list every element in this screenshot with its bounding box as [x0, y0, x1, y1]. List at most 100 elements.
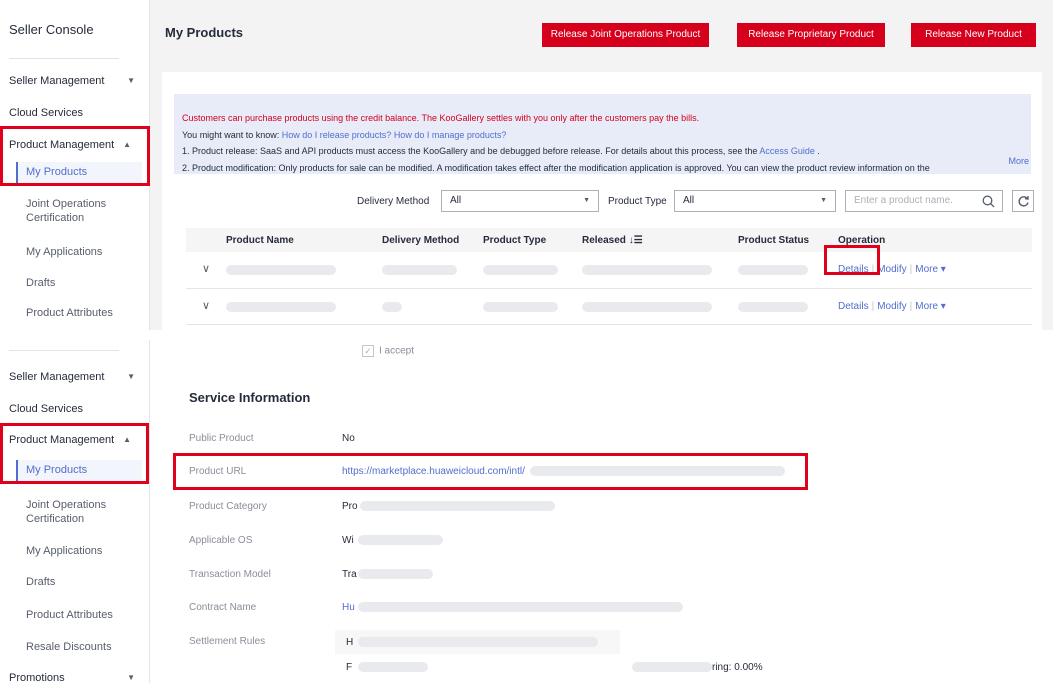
- search-placeholder: Enter a product name.: [854, 195, 953, 206]
- modify-link[interactable]: Modify: [877, 301, 906, 312]
- separator: |: [909, 301, 913, 312]
- divider: [9, 58, 119, 59]
- settlement-rate: ring: 0.00%: [712, 662, 763, 673]
- column-header-released[interactable]: Released ↓☰: [582, 235, 643, 246]
- search-icon[interactable]: [982, 195, 995, 208]
- sidebar-item-drafts[interactable]: Drafts: [26, 575, 143, 589]
- notice-line: 2. Product modification: Only products f…: [182, 162, 930, 173]
- manage-products-link[interactable]: How do I manage products?: [394, 130, 507, 140]
- redacted-transaction-model: [358, 569, 433, 579]
- delivery-method-label: Delivery Method: [357, 196, 430, 207]
- notice-text: You might want to know:: [182, 129, 282, 140]
- applicable-os-value: Wi: [342, 535, 354, 546]
- row-divider: [186, 324, 1032, 325]
- sidebar-item-cloud-services[interactable]: Cloud Services: [9, 106, 143, 120]
- notice-banner: Customers can purchase products using th…: [174, 94, 1031, 174]
- redacted-product-status: [738, 302, 808, 312]
- chevron-down-icon: ▼: [127, 673, 135, 682]
- chevron-down-icon: ▼: [820, 197, 827, 204]
- access-guide-link[interactable]: Access Guide: [759, 146, 815, 156]
- operation-cell: Details | Modify | More ▾: [838, 301, 946, 312]
- sidebar-item-label: Certification: [26, 212, 85, 224]
- details-link[interactable]: Details: [838, 301, 869, 312]
- product-type-select[interactable]: All ▼: [674, 190, 836, 212]
- notice-text: .: [814, 146, 820, 156]
- redacted-released-date: [582, 265, 712, 275]
- redacted-product-category: [360, 501, 555, 511]
- sidebar-item-my-applications[interactable]: My Applications: [26, 544, 143, 558]
- release-new-product-button[interactable]: Release New Product: [911, 23, 1036, 47]
- redacted-delivery-method: [382, 302, 402, 312]
- chevron-down-icon: ▼: [127, 76, 135, 85]
- redacted-released-date: [582, 302, 712, 312]
- release-joint-operations-button[interactable]: Release Joint Operations Product: [542, 23, 709, 47]
- redacted-product-type: [483, 265, 558, 275]
- contract-name-link[interactable]: Hu: [342, 602, 355, 613]
- more-link[interactable]: More: [1008, 153, 1029, 170]
- settlement-line: H: [346, 637, 354, 648]
- checkbox[interactable]: ✓: [362, 345, 374, 357]
- sidebar-item-promotions[interactable]: Promotions ▼: [9, 671, 143, 683]
- divider: [9, 350, 119, 351]
- select-value: All: [450, 195, 462, 206]
- console-title: Seller Console: [9, 22, 94, 37]
- delivery-method-select[interactable]: All ▼: [441, 190, 599, 212]
- separator: |: [871, 301, 875, 312]
- separator: |: [909, 264, 913, 275]
- release-proprietary-button[interactable]: Release Proprietary Product: [737, 23, 885, 47]
- sidebar-item-label: Promotions: [9, 672, 65, 683]
- row-divider: [186, 288, 1032, 289]
- chevron-down-icon: ▼: [583, 197, 590, 204]
- sidebar-item-cloud-services[interactable]: Cloud Services: [9, 402, 143, 416]
- redacted-product-type: [483, 302, 558, 312]
- page-header: My Products Release Joint Operations Pro…: [150, 0, 1053, 62]
- sidebar-item-label: Seller Management: [9, 75, 105, 87]
- sidebar-item-product-attributes[interactable]: Product Attributes: [26, 608, 143, 622]
- notice-line: You might want to know: How do I release…: [182, 127, 1031, 144]
- sidebar-item-label: Joint Operations: [26, 499, 107, 511]
- redacted-settlement-line: [358, 662, 428, 672]
- expand-icon[interactable]: ∨: [202, 299, 210, 312]
- sidebar-item-label: Seller Management: [9, 371, 105, 383]
- column-header-product-status: Product Status: [738, 235, 810, 246]
- notice-text: 1. Product release: SaaS and API product…: [182, 146, 760, 156]
- redacted-product-name: [226, 265, 336, 275]
- accept-checkbox[interactable]: ✓ I accept: [362, 345, 414, 357]
- more-dropdown[interactable]: More ▾: [915, 264, 946, 275]
- redacted-settlement-line: [632, 662, 712, 672]
- column-header-product-name: Product Name: [226, 235, 294, 246]
- product-category-label: Product Category: [189, 501, 267, 512]
- highlight-box: [0, 423, 149, 484]
- accept-label: I accept: [379, 345, 415, 357]
- products-card: Customers can purchase products using th…: [162, 72, 1042, 330]
- column-header-delivery-method: Delivery Method: [382, 235, 460, 246]
- sidebar-item-label: Joint Operations: [26, 198, 107, 210]
- settlement-rules-label: Settlement Rules: [189, 636, 266, 647]
- page-title: My Products: [165, 25, 244, 40]
- highlight-box: [824, 245, 880, 275]
- sidebar-item-my-applications[interactable]: My Applications: [26, 245, 143, 259]
- contract-name-label: Contract Name: [189, 602, 257, 613]
- sidebar-item-seller-management[interactable]: Seller Management ▼: [9, 370, 143, 384]
- notice-line: Customers can purchase products using th…: [182, 113, 700, 123]
- expand-icon[interactable]: ∨: [202, 262, 210, 275]
- release-products-link[interactable]: How do I release products?: [282, 130, 392, 140]
- refresh-button[interactable]: [1012, 190, 1034, 212]
- sidebar-item-resale-discounts[interactable]: Resale Discounts: [26, 640, 143, 654]
- redacted-applicable-os: [358, 535, 443, 545]
- sidebar-item-joint-operations[interactable]: Joint Operations Certification: [26, 498, 143, 526]
- sidebar-item-joint-operations[interactable]: Joint Operations Certification: [26, 197, 143, 225]
- public-product-label: Public Product: [189, 433, 254, 444]
- sidebar-item-drafts[interactable]: Drafts: [26, 276, 143, 290]
- select-value: All: [683, 195, 695, 206]
- modify-link[interactable]: Modify: [877, 264, 906, 275]
- transaction-model-label: Transaction Model: [189, 569, 271, 580]
- sidebar-item-label: Certification: [26, 513, 85, 525]
- section-title: Service Information: [189, 390, 311, 405]
- more-dropdown[interactable]: More ▾: [915, 301, 946, 312]
- sidebar-item-seller-management[interactable]: Seller Management ▼: [9, 74, 143, 88]
- settlement-line: F: [346, 662, 353, 673]
- search-input[interactable]: Enter a product name.: [845, 190, 1003, 212]
- redacted-product-name: [226, 302, 336, 312]
- sidebar-item-product-attributes[interactable]: Product Attributes: [26, 306, 143, 320]
